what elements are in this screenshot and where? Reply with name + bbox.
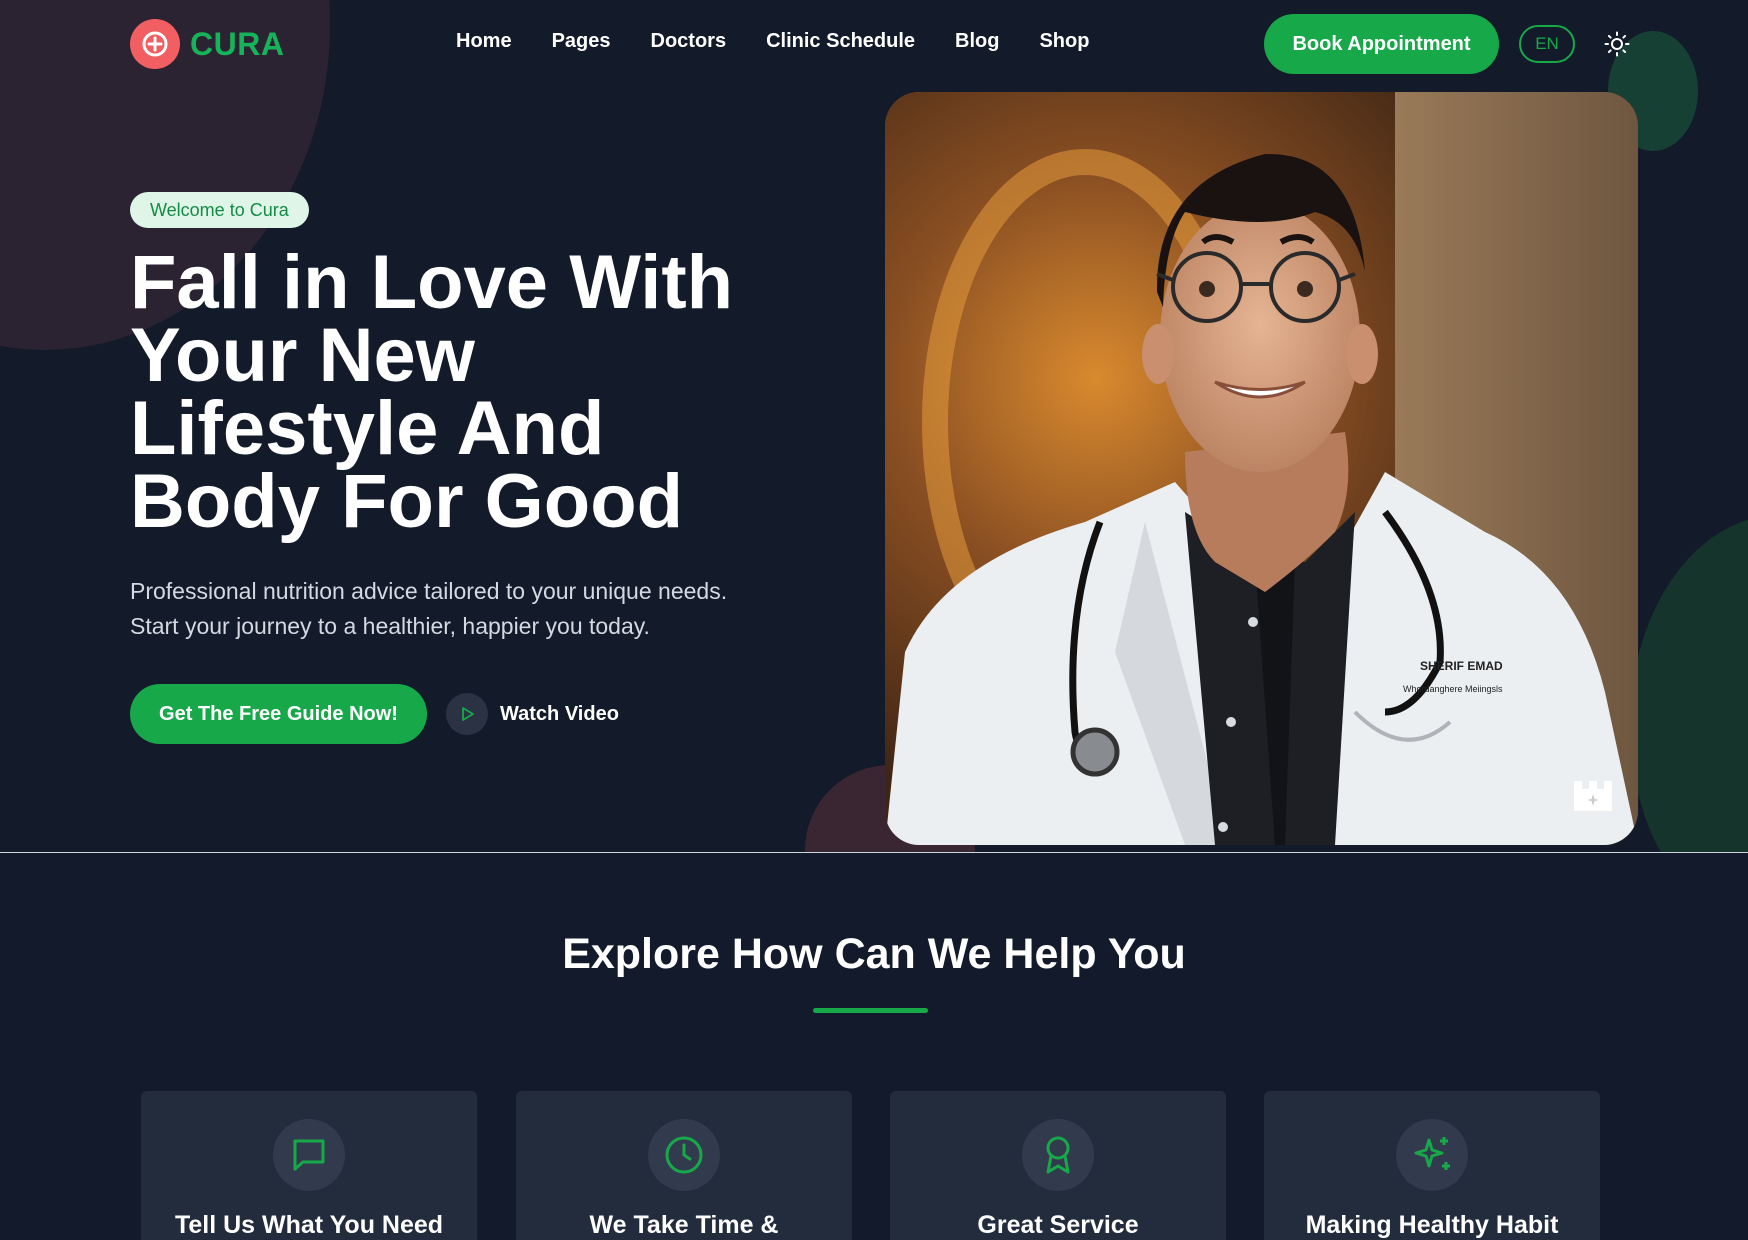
- service-card[interactable]: Tell Us What You Need: [141, 1091, 477, 1240]
- nav-item-home[interactable]: Home: [456, 30, 512, 53]
- nav-item-blog[interactable]: Blog: [955, 30, 999, 53]
- service-card-title: We Take Time &: [589, 1211, 779, 1239]
- theme-toggle-button[interactable]: [1601, 28, 1633, 60]
- watermark-icon: [1572, 777, 1614, 815]
- service-card-title: Tell Us What You Need: [174, 1211, 444, 1239]
- coat-subtitle-text: Whordanghere Meiingsls: [1403, 684, 1503, 694]
- award-icon: [1022, 1119, 1094, 1191]
- nav-item-shop[interactable]: Shop: [1039, 30, 1089, 53]
- nav-item-clinic-schedule[interactable]: Clinic Schedule: [766, 30, 915, 53]
- watch-video-label: Watch Video: [500, 702, 619, 725]
- hero-section: CURA Home Pages Doctors Clinic Schedule …: [0, 0, 1748, 853]
- service-card-title: Making Healthy Habit: [1305, 1211, 1559, 1239]
- nav-item-doctors[interactable]: Doctors: [651, 30, 727, 53]
- clock-icon: [648, 1119, 720, 1191]
- brand-name: CURA: [190, 25, 285, 62]
- coat-name-text: SHERIF EMAD: [1420, 659, 1503, 673]
- watch-video-link[interactable]: Watch Video: [446, 693, 619, 735]
- sparkles-icon: [1396, 1119, 1468, 1191]
- doctor-portrait-photo: SHERIF EMAD Whordanghere Meiingsls: [885, 92, 1638, 845]
- section-title: Explore How Can We Help You: [562, 930, 1186, 978]
- service-card[interactable]: We Take Time &: [516, 1091, 852, 1240]
- sun-icon: [1604, 31, 1630, 57]
- language-switch-button[interactable]: EN: [1519, 25, 1575, 63]
- hero-title: Fall in Love With Your New Lifestyle And…: [130, 240, 734, 544]
- title-underline: [813, 1008, 928, 1013]
- nav-item-pages[interactable]: Pages: [552, 30, 611, 53]
- service-card[interactable]: Making Healthy Habit: [1264, 1091, 1600, 1240]
- play-icon: [446, 693, 488, 735]
- logo-link[interactable]: CURA: [130, 19, 284, 69]
- medical-cross-icon: [130, 19, 180, 69]
- hero-description: Professional nutrition advice tailored t…: [130, 578, 728, 639]
- main-nav: Home Pages Doctors Clinic Schedule Blog …: [456, 30, 1089, 53]
- service-card[interactable]: Great Service: [890, 1091, 1226, 1240]
- service-card-title: Great Service: [977, 1211, 1139, 1239]
- welcome-badge: Welcome to Cura: [130, 192, 309, 228]
- free-guide-button[interactable]: Get The Free Guide Now!: [130, 684, 427, 744]
- message-icon: [273, 1119, 345, 1191]
- decor-blob: [1630, 515, 1748, 852]
- book-appointment-button[interactable]: Book Appointment: [1264, 14, 1499, 74]
